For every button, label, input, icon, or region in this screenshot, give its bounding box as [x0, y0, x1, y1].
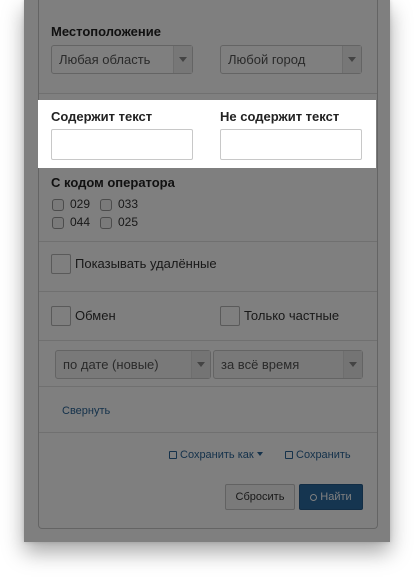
filter-form: Местоположение Любая область Любой город… [38, 0, 378, 529]
contains-text-label: Содержит текст [51, 109, 153, 124]
not-contains-text-label: Не содержит текст [220, 109, 340, 124]
exchange-checkbox[interactable] [51, 306, 71, 326]
divider [39, 340, 377, 341]
divider [39, 386, 377, 387]
operator-029-checkbox[interactable] [52, 199, 64, 211]
private-only-checkbox[interactable] [220, 306, 240, 326]
not-contains-text-input[interactable] [220, 129, 362, 160]
search-button[interactable]: Найти [299, 484, 363, 510]
collapse-link[interactable]: Свернуть [62, 405, 110, 417]
search-filter-panel: Местоположение Любая область Любой город… [24, 0, 390, 542]
search-icon [310, 494, 318, 501]
region-select-value: Любая область [59, 52, 151, 67]
period-value: за всё время [221, 357, 300, 372]
divider [39, 93, 377, 94]
operator-033-label: 033 [118, 197, 139, 211]
operator-033-checkbox[interactable] [100, 199, 112, 211]
exchange-label: Обмен [75, 308, 116, 323]
chevron-down-icon [342, 46, 361, 73]
private-only-label: Только частные [244, 308, 340, 323]
operator-044-label: 044 [70, 215, 91, 229]
text-filters-highlight: Содержит текст Не содержит текст [38, 100, 376, 168]
city-select[interactable]: Любой город [220, 45, 362, 74]
contains-text-input[interactable] [51, 129, 193, 160]
operator-heading: С кодом оператора [51, 175, 175, 190]
operator-044-checkbox[interactable] [52, 217, 64, 229]
floppy-disk-icon [285, 451, 293, 459]
save-as-link[interactable]: Сохранить как [169, 449, 263, 461]
divider [39, 432, 377, 433]
chevron-down-icon [343, 351, 362, 378]
show-deleted-checkbox[interactable] [51, 254, 71, 274]
location-heading: Местоположение [51, 24, 161, 39]
sort-order-select[interactable]: по дате (новые) [55, 350, 211, 379]
sort-order-value: по дате (новые) [63, 357, 159, 372]
chevron-down-icon [173, 46, 192, 73]
city-select-value: Любой город [228, 52, 306, 67]
operator-025-checkbox[interactable] [100, 217, 112, 229]
reset-button[interactable]: Сбросить [225, 484, 295, 510]
region-select[interactable]: Любая область [51, 45, 193, 74]
divider [39, 291, 377, 292]
operator-025-label: 025 [118, 215, 139, 229]
show-deleted-label: Показывать удалённые [75, 256, 217, 271]
save-link[interactable]: Сохранить [285, 449, 351, 461]
chevron-down-icon [191, 351, 210, 378]
divider [39, 241, 377, 242]
floppy-disk-icon [169, 451, 177, 459]
period-select[interactable]: за всё время [213, 350, 363, 379]
save-label: Сохранить [296, 449, 351, 461]
search-button-label: Найти [320, 491, 352, 503]
operator-029-label: 029 [70, 197, 91, 211]
caret-down-icon [256, 452, 263, 456]
save-as-label: Сохранить как [180, 449, 254, 461]
